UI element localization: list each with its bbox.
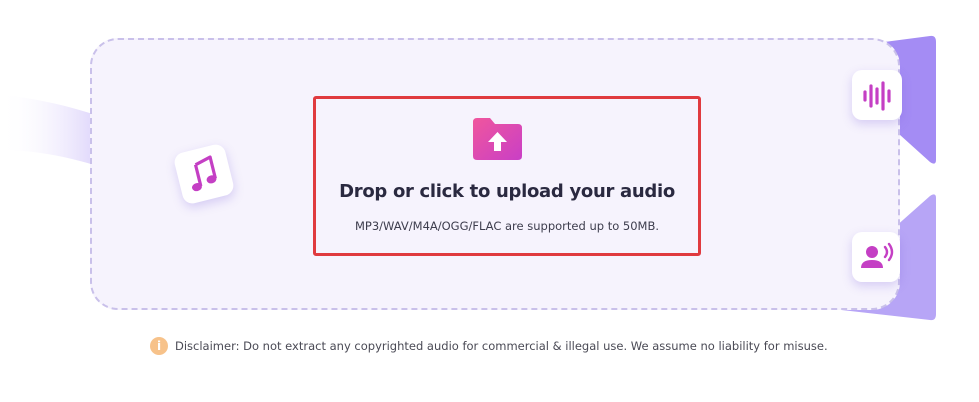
audio-wave-icon: [863, 81, 891, 111]
upload-supported-formats: MP3/WAV/M4A/OGG/FLAC are supported up to…: [354, 219, 659, 233]
upload-area[interactable]: Drop or click to upload your audio MP3/W…: [313, 96, 701, 256]
disclaimer-text: Disclaimer: Do not extract any copyright…: [175, 339, 828, 353]
voice-icon: [861, 242, 894, 268]
upload-title: Drop or click to upload your audio: [339, 181, 675, 202]
info-icon: i: [150, 337, 168, 355]
voice-file-badge: [852, 232, 900, 282]
folder-upload-icon: [471, 116, 524, 162]
audio-wave-file-badge: [852, 70, 902, 120]
disclaimer: i Disclaimer: Do not extract any copyrig…: [150, 336, 828, 356]
